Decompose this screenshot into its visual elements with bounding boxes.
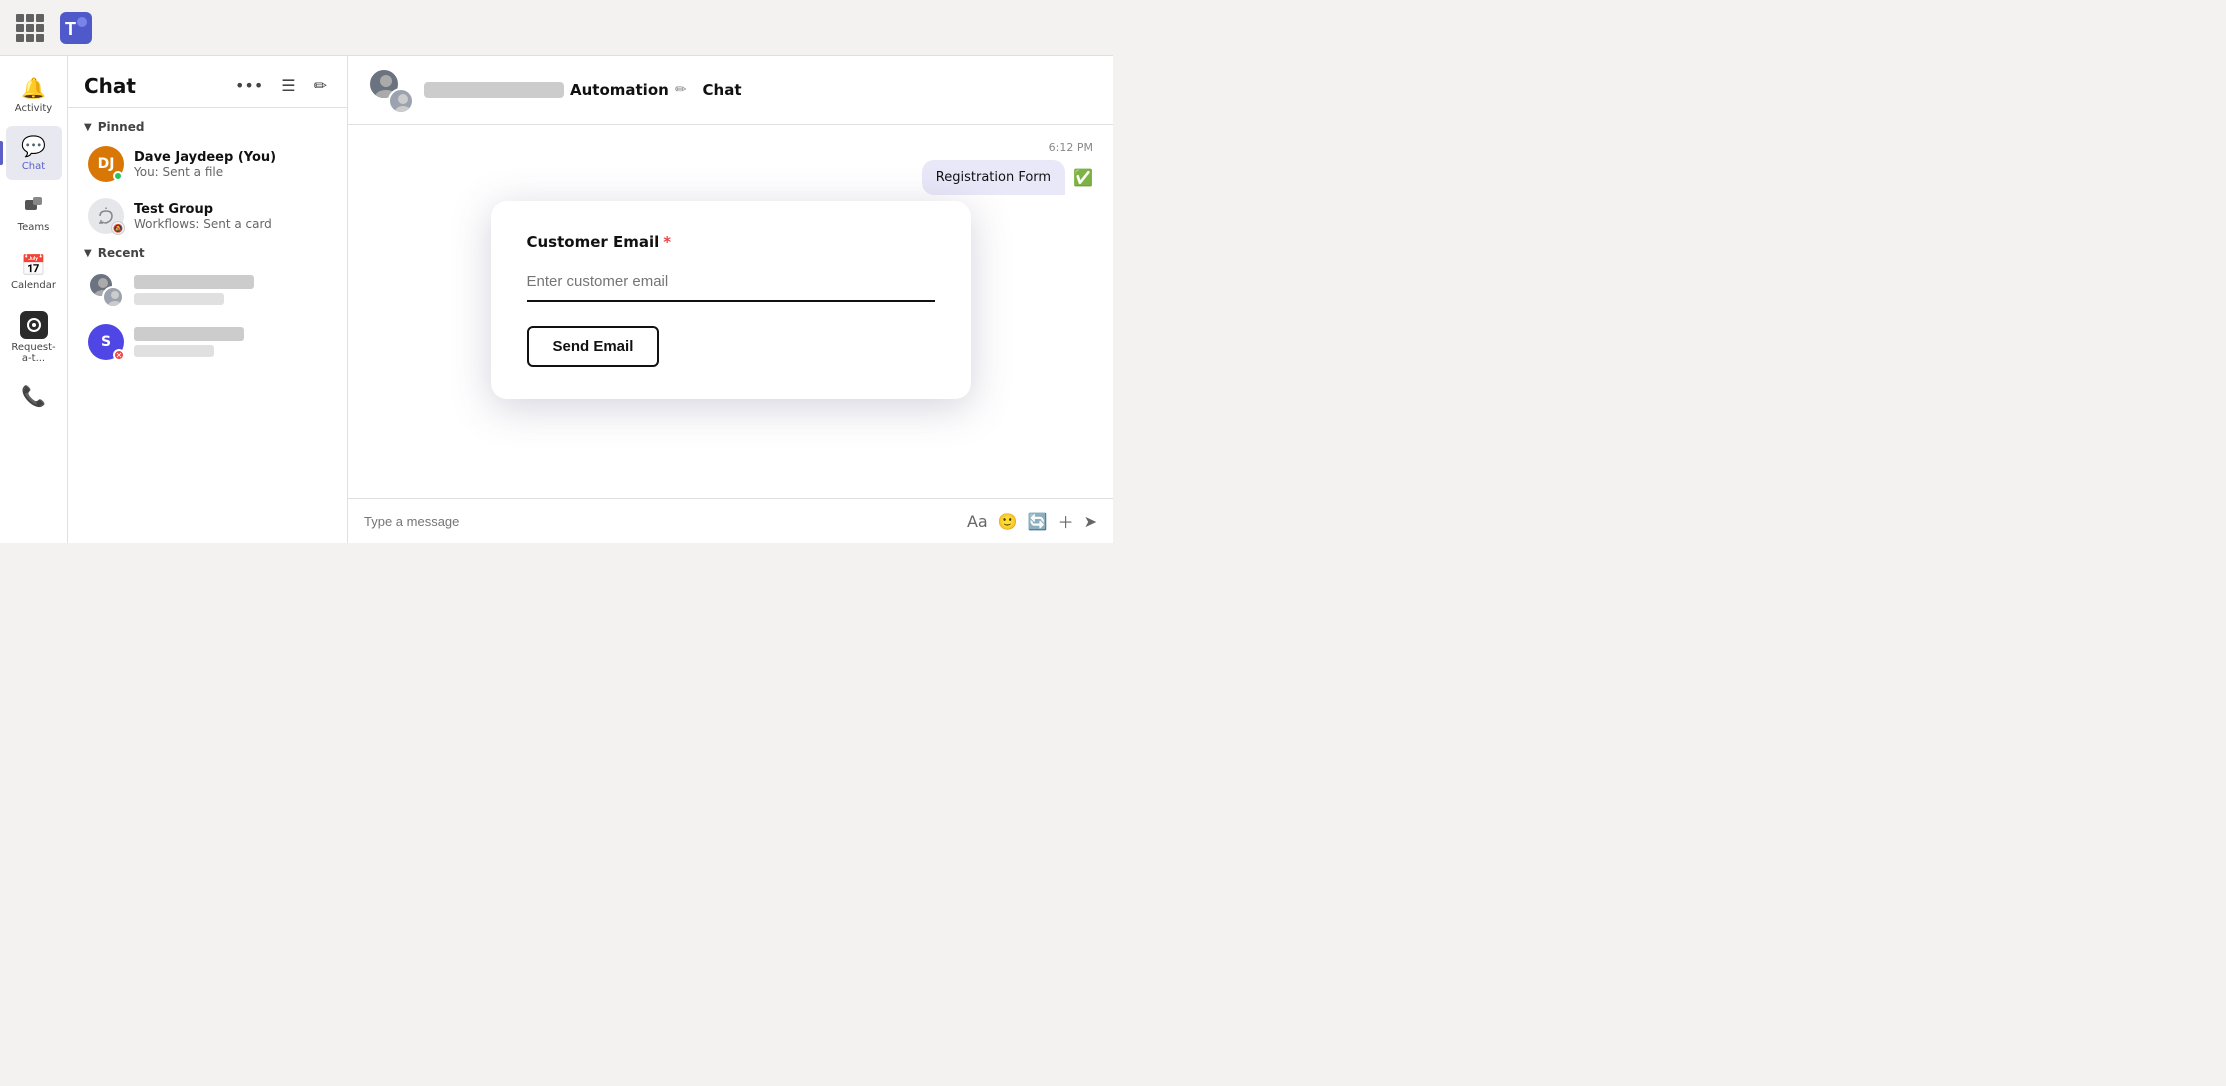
- filter-icon[interactable]: ☰: [277, 72, 299, 99]
- teams-logo-icon: T: [60, 12, 92, 44]
- chat-name-blurred: [134, 327, 244, 341]
- waffle-icon[interactable]: [16, 14, 44, 42]
- main-layout: 🔔 Activity 💬 Chat Teams 📅 Calendar: [0, 56, 1113, 543]
- divider: [68, 107, 347, 108]
- request-icon: [20, 311, 48, 339]
- customer-email-input[interactable]: [527, 263, 935, 302]
- chat-info-testgroup: Test Group Workflows: Sent a card: [134, 202, 327, 231]
- field-label: Customer Email *: [527, 233, 935, 251]
- chevron-down-icon: ▼: [84, 248, 92, 259]
- field-label-text: Customer Email: [527, 233, 660, 251]
- muted-icon: 🔕: [111, 221, 125, 235]
- chat-info-blurred1: [134, 275, 327, 305]
- pinned-section-header[interactable]: ▼ Pinned: [68, 116, 347, 138]
- remove-dot: ✕: [113, 349, 125, 361]
- sidebar-item-request[interactable]: Request-a-t...: [6, 303, 62, 372]
- required-star: *: [663, 233, 671, 251]
- chat-item-testgroup[interactable]: 🔕 Test Group Workflows: Sent a card: [72, 190, 343, 242]
- avatar-tg: 🔕: [88, 198, 124, 234]
- sidebar-item-label: Calendar: [11, 280, 56, 291]
- more-options-icon[interactable]: •••: [231, 72, 267, 99]
- chevron-down-icon: ▼: [84, 122, 92, 133]
- sidebar-item-chat[interactable]: 💬 Chat: [6, 126, 62, 180]
- modal-card: Customer Email * Send Email: [491, 201, 971, 399]
- sidebar-item-calls[interactable]: 📞: [6, 376, 62, 416]
- chat-preview: You: Sent a file: [134, 165, 327, 179]
- recent-label: Recent: [98, 246, 145, 260]
- avatar-s: S ✕: [88, 324, 124, 360]
- chat-preview-blurred: [134, 345, 214, 357]
- activity-icon: 🔔: [21, 76, 46, 100]
- pinned-label: Pinned: [98, 120, 145, 134]
- chat-info-dave: Dave Jaydeep (You) You: Sent a file: [134, 150, 327, 179]
- chat-name: Test Group: [134, 202, 327, 217]
- recent-section-header[interactable]: ▼ Recent: [68, 242, 347, 264]
- compose-icon[interactable]: ✏: [310, 72, 331, 99]
- chat-panel-actions: ••• ☰ ✏: [231, 72, 331, 99]
- chat-info-blurred2: [134, 327, 327, 357]
- teams-icon: [23, 192, 45, 219]
- send-email-button[interactable]: Send Email: [527, 326, 660, 367]
- chat-panel-header: Chat ••• ☰ ✏: [68, 56, 347, 107]
- sidebar-item-label: Teams: [18, 222, 50, 233]
- calendar-icon: 📅: [21, 253, 46, 277]
- sidebar-item-label: Chat: [22, 161, 45, 172]
- main-area: Automation ✏ Chat 6:12 PM Registration F…: [348, 56, 1113, 543]
- chat-panel: Chat ••• ☰ ✏ ▼ Pinned DJ Dave Jaydeep (Y…: [68, 56, 348, 543]
- chat-name-blurred: [134, 275, 254, 289]
- chat-panel-title: Chat: [84, 74, 136, 98]
- chat-name: Dave Jaydeep (You): [134, 150, 327, 165]
- sidebar-item-label: Request-a-t...: [11, 342, 55, 364]
- chat-preview-blurred: [134, 293, 224, 305]
- status-online-dot: [113, 171, 123, 181]
- chat-item-blurred1[interactable]: [72, 264, 343, 316]
- chat-item-blurred2[interactable]: S ✕: [72, 316, 343, 368]
- sidebar-item-teams[interactable]: Teams: [6, 184, 62, 241]
- sidebar-item-activity[interactable]: 🔔 Activity: [6, 68, 62, 122]
- modal-overlay: Customer Email * Send Email: [348, 56, 1113, 543]
- chat-preview: Workflows: Sent a card: [134, 217, 327, 231]
- sidebar: 🔔 Activity 💬 Chat Teams 📅 Calendar: [0, 56, 68, 543]
- chat-item-dave[interactable]: DJ Dave Jaydeep (You) You: Sent a file: [72, 138, 343, 190]
- sidebar-item-label: Activity: [15, 103, 52, 114]
- chat-icon: 💬: [21, 134, 46, 158]
- sidebar-item-calendar[interactable]: 📅 Calendar: [6, 245, 62, 299]
- top-bar: T: [0, 0, 1113, 56]
- avatar-dj: DJ: [88, 146, 124, 182]
- phone-icon: 📞: [21, 384, 46, 408]
- avatar-group: [88, 272, 124, 308]
- svg-text:T: T: [65, 19, 76, 39]
